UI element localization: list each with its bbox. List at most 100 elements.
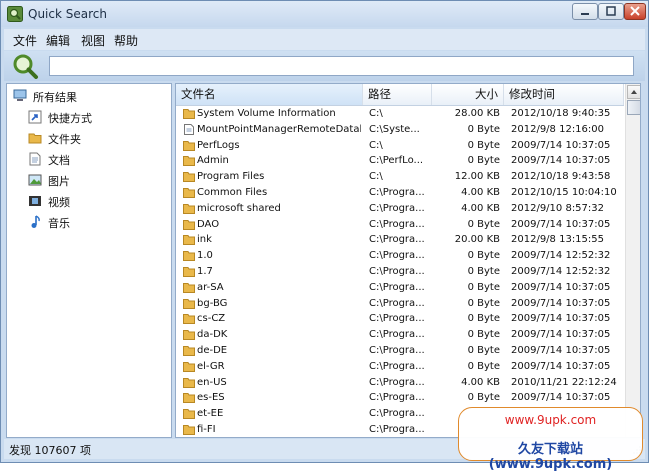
arrow-up-icon	[631, 90, 637, 94]
scroll-thumb[interactable]	[627, 100, 640, 115]
cell-date: 2009/7/14 10:37:05	[511, 329, 611, 341]
sidebar-item-documents[interactable]: 文档	[28, 150, 178, 168]
folder-icon	[183, 409, 195, 420]
table-row[interactable]: microsoft shared C:\Progra... 4.00 KB 2012/…	[176, 201, 624, 217]
sidebar-item-label: 图片	[48, 175, 70, 188]
menu-view[interactable]: 视图	[81, 32, 105, 49]
folder-icon	[183, 314, 195, 325]
cell-path: C:\Progra...	[369, 360, 425, 372]
sidebar-item-folders[interactable]: 文件夹	[28, 129, 178, 147]
cell-name: fi-FI	[197, 424, 216, 435]
minimize-icon	[581, 13, 589, 15]
file-icon	[184, 123, 194, 135]
cell-name: cs-CZ	[197, 313, 226, 325]
cell-name: ink	[197, 234, 212, 246]
sidebar-item-music[interactable]: 音乐	[28, 213, 178, 231]
sidebar-item-label: 音乐	[48, 217, 70, 230]
column-header-path[interactable]: 路径	[363, 84, 432, 105]
folder-icon	[183, 219, 195, 230]
cell-path: C:\Progra...	[369, 424, 425, 435]
close-icon	[630, 6, 640, 16]
cell-name: Common Files	[197, 187, 268, 198]
minimize-button[interactable]	[572, 3, 598, 20]
cell-name: System Volume Information	[197, 108, 336, 119]
sidebar-item-label: 文档	[48, 154, 70, 167]
sidebar-item-all-results[interactable]: 所有结果	[13, 87, 163, 105]
watermark-name: 久友下载站(www.9upk.com)	[488, 442, 613, 472]
table-row[interactable]: ar-SA C:\Progra... 0 Byte 2009/7/14 10:37:0…	[176, 280, 624, 296]
cell-name: bg-BG	[197, 297, 228, 309]
maximize-button[interactable]	[598, 3, 624, 20]
search-bar	[4, 51, 645, 81]
folder-icon	[183, 425, 195, 435]
table-row[interactable]: ink C:\Progra... 20.00 KB 2012/9/8 13:15:55	[176, 232, 624, 248]
cell-path: C:\Progra...	[369, 202, 425, 214]
menu-file[interactable]: 文件	[13, 32, 37, 49]
table-row[interactable]: Admin C:\PerfLo... 0 Byte 2009/7/14 10:37:0…	[176, 153, 624, 169]
cell-path: C:\Progra...	[369, 345, 425, 356]
close-button[interactable]	[624, 3, 646, 20]
cell-size: 0 Byte	[467, 218, 500, 230]
folder-icon	[183, 235, 195, 246]
sidebar-item-label: 视频	[48, 196, 70, 209]
computer-icon	[13, 89, 27, 101]
result-count: 发现 107607 项	[9, 444, 91, 457]
app-window: Quick Search 文件 编辑 视图 帮助 所有结果 快捷方式 文件夹 文…	[0, 0, 649, 463]
cell-size: 20.00 KB	[454, 234, 500, 246]
scroll-up-button[interactable]	[627, 85, 640, 99]
table-row[interactable]: cs-CZ C:\Progra... 0 Byte 2009/7/14 10:37:0…	[176, 311, 624, 327]
table-row[interactable]: System Volume Information C:\ 28.00 KB 2012…	[176, 106, 624, 122]
table-row[interactable]: DAO C:\Progra... 0 Byte 2009/7/14 10:37:05	[176, 217, 624, 233]
cell-date: 2012/9/8 12:16:00	[511, 123, 605, 135]
sidebar-item-pictures[interactable]: 图片	[28, 171, 178, 189]
table-row[interactable]: da-DK C:\Progra... 0 Byte 2009/7/14 10:37:0…	[176, 327, 624, 343]
cell-size: 28.00 KB	[454, 108, 500, 119]
menu-edit[interactable]: 编辑	[46, 32, 70, 49]
app-search-icon	[7, 6, 23, 22]
cell-name: Program Files	[197, 171, 265, 183]
table-row[interactable]: en-US C:\Progra... 4.00 KB 2010/11/21 22:12…	[176, 375, 624, 391]
cell-name: 1.7	[197, 266, 213, 277]
sidebar-item-videos[interactable]: 视频	[28, 192, 178, 210]
window-title: Quick Search	[28, 7, 107, 21]
vertical-scrollbar[interactable]	[625, 84, 640, 437]
table-row[interactable]: Program Files C:\ 12.00 KB 2012/10/18 9:43:…	[176, 169, 624, 185]
folder-icon	[183, 330, 195, 341]
table-row[interactable]: bg-BG C:\Progra... 0 Byte 2009/7/14 10:37:0…	[176, 296, 624, 312]
folder-icon	[183, 282, 195, 293]
cell-size: 0 Byte	[467, 123, 500, 135]
table-row[interactable]: Common Files C:\Progra... 4.00 KB 2012/10/1…	[176, 185, 624, 201]
table-row[interactable]: PerfLogs C:\ 0 Byte 2009/7/14 10:37:05	[176, 138, 624, 154]
column-header: 文件名 路径 大小 修改时间	[176, 84, 624, 106]
folder-icon	[183, 298, 195, 309]
sidebar-item-label: 快捷方式	[48, 112, 92, 125]
menu-bar: 文件 编辑 视图 帮助	[4, 29, 645, 50]
cell-size: 0 Byte	[467, 313, 500, 325]
table-row[interactable]: 1.0 C:\Progra... 0 Byte 2009/7/14 12:52:32	[176, 248, 624, 264]
cell-path: C:\	[369, 171, 383, 183]
cell-name: microsoft shared	[197, 202, 281, 214]
sidebar-item-label: 所有结果	[33, 91, 77, 104]
table-row[interactable]: es-ES C:\Progra... 0 Byte 2009/7/14 10:37:0…	[176, 390, 624, 406]
cell-path: C:\Progra...	[369, 281, 425, 293]
table-row[interactable]: MountPointManagerRemoteDatab... C:\Syste.…	[176, 122, 624, 138]
cell-date: 2009/7/14 12:52:32	[511, 266, 611, 277]
folder-icon	[183, 188, 195, 198]
title-bar[interactable]: Quick Search	[1, 1, 648, 27]
cell-name: ar-SA	[197, 281, 224, 293]
table-row[interactable]: el-GR C:\Progra... 0 Byte 2009/7/14 10:37:0…	[176, 359, 624, 375]
search-input[interactable]	[49, 56, 634, 76]
table-row[interactable]: de-DE C:\Progra... 0 Byte 2009/7/14 10:37:0…	[176, 343, 624, 359]
menu-help[interactable]: 帮助	[114, 32, 138, 49]
column-header-name[interactable]: 文件名	[176, 84, 363, 105]
cell-size: 12.00 KB	[454, 171, 500, 183]
cell-size: 0 Byte	[467, 360, 500, 372]
cell-date: 2009/7/14 10:37:05	[511, 360, 611, 372]
sidebar-item-shortcuts[interactable]: 快捷方式	[28, 108, 178, 126]
cell-path: C:\Progra...	[369, 297, 425, 309]
cell-path: C:\Progra...	[369, 392, 425, 404]
column-header-size[interactable]: 大小	[432, 84, 504, 105]
column-header-date[interactable]: 修改时间	[504, 84, 624, 105]
table-row[interactable]: 1.7 C:\Progra... 0 Byte 2009/7/14 12:52:32	[176, 264, 624, 280]
cell-size: 0 Byte	[467, 266, 500, 277]
